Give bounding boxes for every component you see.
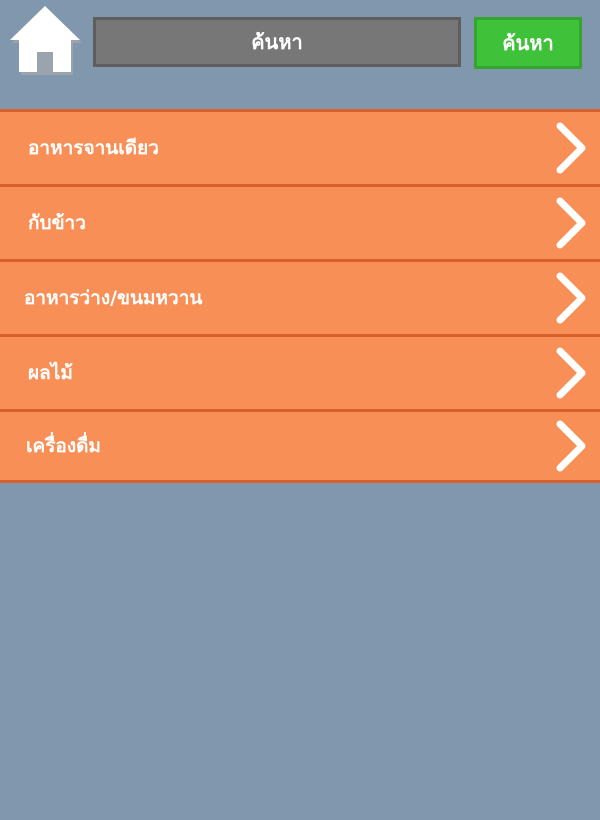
menu-item-drinks[interactable]: เครื่องดื่ม <box>0 409 600 483</box>
category-menu: อาหารจานเดียว กับข้าว อาหารว่าง/ขนมหวาน … <box>0 109 600 483</box>
search-button[interactable]: ค้นหา <box>474 17 582 69</box>
home-button[interactable] <box>6 2 84 76</box>
search-input-text: ค้นหา <box>251 30 303 54</box>
home-icon <box>10 6 82 75</box>
menu-item-label: อาหารจานเดียว <box>28 137 159 159</box>
chevron-right-icon <box>556 420 586 472</box>
menu-item-label: อาหารว่าง/ขนมหวาน <box>24 287 203 309</box>
menu-item-single-dish[interactable]: อาหารจานเดียว <box>0 109 600 184</box>
chevron-right-icon <box>556 272 586 324</box>
search-button-label: ค้นหา <box>502 31 554 55</box>
menu-item-label: กับข้าว <box>28 212 86 234</box>
menu-item-label: ผลไม้ <box>28 362 73 384</box>
menu-item-snacks-desserts[interactable]: อาหารว่าง/ขนมหวาน <box>0 259 600 334</box>
menu-item-side-dish[interactable]: กับข้าว <box>0 184 600 259</box>
chevron-right-icon <box>556 347 586 399</box>
chevron-right-icon <box>556 122 586 174</box>
chevron-right-icon <box>556 197 586 249</box>
menu-item-label: เครื่องดื่ม <box>26 435 101 457</box>
search-input[interactable]: ค้นหา <box>93 17 461 67</box>
menu-item-fruits[interactable]: ผลไม้ <box>0 334 600 409</box>
